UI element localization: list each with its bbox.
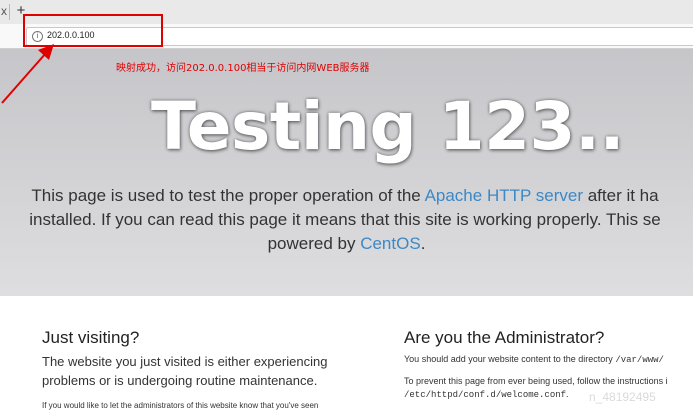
powered-by-text: powered by — [267, 234, 361, 253]
visiting-paragraph-line-1: The website you just visited is either e… — [42, 354, 328, 369]
admin-line-2: To prevent this page from ever being use… — [404, 376, 668, 386]
apache-link[interactable]: Apache HTTP server — [425, 186, 583, 205]
intro-line-1: This page is used to test the proper ope… — [31, 184, 658, 208]
tab-separator — [9, 4, 10, 20]
welcome-conf-path: /etc/httpd/conf.d/welcome.conf — [404, 390, 567, 400]
admin-line-3: /etc/httpd/conf.d/welcome.conf. — [404, 388, 569, 401]
intro-text: This page is used to test the proper ope… — [31, 186, 425, 205]
intro-line-3: powered by CentOS. — [0, 232, 693, 256]
var-www-path: /var/www/ — [615, 355, 664, 365]
intro-text-end: after it ha — [582, 186, 659, 205]
annotation-text: 映射成功，访问202.0.0.100相当于访问内网WEB服务器 — [116, 63, 370, 74]
close-tab-icon[interactable]: x — [0, 4, 9, 18]
admin-line-3-end: . — [566, 389, 569, 399]
period: . — [420, 234, 426, 253]
admin-line-1: You should add your website content to t… — [404, 353, 664, 366]
visiting-paragraph-line-2: problems or is undergoing routine mainte… — [42, 373, 318, 388]
intro-line-2: installed. If you can read this page it … — [29, 210, 661, 229]
centos-link[interactable]: CentOS — [360, 234, 420, 253]
visiting-note: If you would like to let the administrat… — [42, 401, 319, 410]
admin-line-1-text: You should add your website content to t… — [404, 354, 616, 364]
administrator-heading: Are you the Administrator? — [404, 328, 605, 347]
watermark: n_48192495 — [589, 390, 656, 404]
highlight-box — [23, 14, 163, 47]
just-visiting-heading: Just visiting? — [42, 328, 140, 347]
page-title: Testing 123.. — [151, 88, 625, 165]
